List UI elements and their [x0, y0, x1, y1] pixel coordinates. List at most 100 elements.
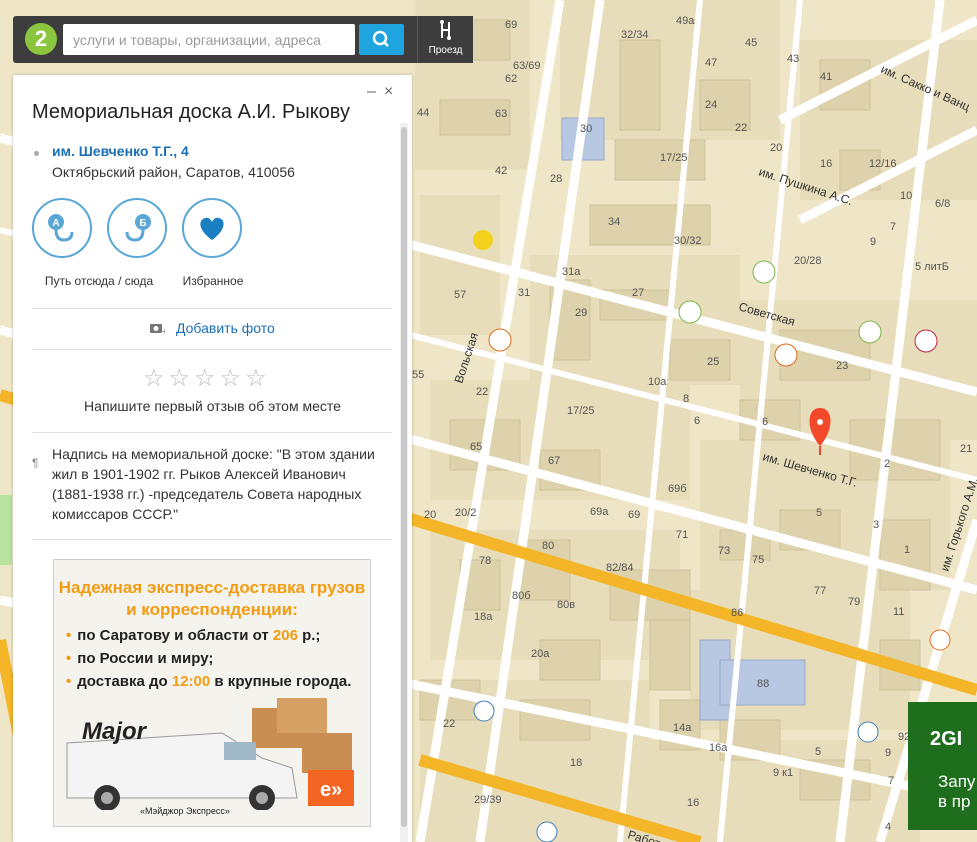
star-icon[interactable]: ☆	[194, 367, 216, 391]
house-number: 88	[757, 678, 769, 690]
house-number: 42	[495, 165, 507, 177]
route-action-label: Путь отсюда / сюда	[44, 274, 154, 288]
house-number: 6	[762, 416, 768, 428]
search-button[interactable]	[359, 24, 404, 55]
camera-icon: +	[150, 324, 165, 335]
house-number: 22	[735, 122, 747, 134]
add-photo-link[interactable]: Добавить фото	[176, 320, 275, 336]
star-icon[interactable]: ☆	[143, 367, 165, 391]
church-icon[interactable]	[536, 821, 558, 842]
heart-poi-icon[interactable]	[914, 329, 938, 353]
park-area	[0, 495, 12, 565]
house-number: 5	[816, 507, 822, 519]
house-number: 2	[884, 458, 890, 470]
house-number: 86	[731, 607, 743, 619]
route-button[interactable]: Проезд	[417, 16, 473, 63]
star-icon[interactable]: ☆	[220, 367, 242, 391]
star-icon[interactable]: ☆	[245, 367, 267, 391]
house-number: 20/28	[794, 255, 822, 267]
house-number: 18	[570, 757, 582, 769]
heart-icon	[200, 217, 224, 240]
search-input[interactable]	[63, 24, 355, 55]
scrollbar-thumb[interactable]	[401, 127, 407, 827]
cafe-icon[interactable]	[774, 343, 798, 367]
panel-scrollbar[interactable]	[400, 123, 408, 842]
route-to-button[interactable]: Б	[107, 198, 167, 258]
house-number: 9	[870, 236, 876, 248]
route-from-button[interactable]: А	[32, 198, 92, 258]
house-number: 32/34	[621, 29, 649, 41]
ad-line-3: • доставка до 12:00 в крупные города.	[66, 673, 352, 690]
pharmacy-icon[interactable]	[473, 700, 495, 722]
promo-line1: Запу	[938, 772, 976, 791]
rating-stars[interactable]: ☆ ☆ ☆ ☆ ☆	[143, 367, 267, 391]
house-number: 22	[443, 718, 455, 730]
house-number: 69	[628, 509, 640, 521]
house-number: 21	[960, 443, 972, 455]
house-number: 1	[904, 544, 910, 556]
svg-text:Б: Б	[139, 218, 146, 229]
house-number: 24	[705, 99, 717, 111]
bakery-icon[interactable]	[473, 230, 493, 250]
house-number: 16а	[709, 742, 728, 754]
house-number: 47	[705, 57, 717, 69]
house-number: 10а	[648, 376, 667, 388]
restaurant-icon[interactable]	[488, 328, 512, 352]
house-number: 4	[885, 821, 891, 833]
house-number: 30	[580, 123, 592, 135]
svg-text:e»: e»	[320, 779, 342, 801]
promo-logo: 2GI	[930, 728, 963, 750]
address-street-link[interactable]: им. Шевченко Т.Г., 4	[52, 143, 189, 159]
ad-banner[interactable]: Надежная экспресс-доставка грузов и корр…	[53, 559, 371, 827]
search-bar: 2 Проезд	[13, 16, 473, 63]
route-to-icon: Б	[125, 214, 151, 242]
scissors-icon[interactable]	[752, 260, 776, 284]
star-icon[interactable]: ☆	[169, 367, 191, 391]
house-number: 25	[707, 356, 719, 368]
house-number: 11	[893, 606, 904, 618]
house-number: 63/69	[513, 60, 541, 72]
house-number: 69б	[668, 483, 687, 495]
ad-caption: «Мэйджор Экспресс»	[140, 806, 230, 816]
minimize-button[interactable]: –	[367, 83, 376, 101]
delivery-van-image: e»	[66, 698, 354, 810]
house-number: 77	[814, 585, 826, 597]
ad-title-line1: Надежная экспресс-доставка грузов	[58, 578, 366, 597]
clothes-icon[interactable]	[678, 300, 702, 324]
close-button[interactable]: ×	[384, 83, 393, 101]
divider	[32, 432, 392, 433]
route-from-icon: А	[48, 214, 74, 242]
divider	[32, 349, 392, 350]
house-number: 20	[770, 142, 782, 154]
house-number: 79	[848, 596, 860, 608]
ad-title-line2: и корреспонденции:	[126, 600, 298, 619]
house-number: 63	[495, 108, 507, 120]
house-number: 34	[608, 216, 620, 228]
logo-2gis[interactable]: 2	[25, 23, 57, 55]
ad-line-2: • по России и миру;	[66, 650, 214, 667]
svg-text:А: А	[52, 218, 59, 229]
address-district: Октябрьский район, Саратов, 410056	[52, 164, 295, 180]
house-number: 80	[542, 540, 554, 552]
house-number: 65	[470, 441, 482, 453]
house-number: 6	[694, 415, 700, 427]
ad-brand: Major	[82, 718, 147, 745]
house-number: 17/25	[660, 152, 688, 164]
atm-icon[interactable]	[858, 320, 882, 344]
place-description: Надпись на мемориальной доске: "В этом з…	[52, 446, 375, 522]
tree-icon[interactable]	[857, 721, 879, 743]
house-number: 27	[632, 287, 644, 299]
svg-text:+: +	[162, 327, 165, 335]
house-number: 71	[676, 529, 688, 541]
house-number: 78	[479, 555, 491, 567]
house-number: 80б	[512, 590, 531, 602]
restaurant-icon-2[interactable]	[929, 629, 951, 651]
review-prompt[interactable]: Напишите первый отзыв об этом месте	[13, 398, 412, 414]
house-number: 22	[476, 386, 488, 398]
app-promo-banner[interactable]: 2GI Запу в пр	[908, 702, 977, 830]
house-number: 67	[548, 455, 560, 467]
house-number: 69	[505, 19, 517, 31]
note-icon: ¶	[32, 456, 39, 470]
favorite-button[interactable]	[182, 198, 242, 258]
house-number: 49а	[676, 15, 695, 27]
